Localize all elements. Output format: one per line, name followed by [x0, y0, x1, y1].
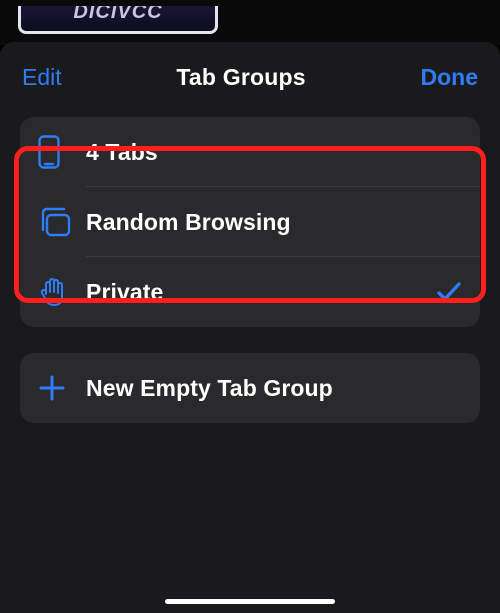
tab-group-label: Random Browsing — [86, 209, 426, 236]
new-group-block: New Empty Tab Group — [20, 353, 480, 423]
new-empty-tab-group-button[interactable]: New Empty Tab Group — [20, 353, 480, 423]
home-indicator[interactable] — [165, 599, 335, 604]
tab-group-icon — [38, 206, 86, 238]
tab-group-label: Private — [86, 279, 426, 306]
sheet-header: Edit Tab Groups Done — [0, 46, 500, 117]
tab-group-row-alltabs[interactable]: 4 Tabs — [20, 117, 480, 187]
background-content: DICIVCC — [0, 0, 500, 45]
done-button[interactable]: Done — [421, 64, 479, 91]
background-tab-text: DICIVCC — [73, 6, 162, 24]
new-group-label: New Empty Tab Group — [86, 375, 426, 402]
plus-icon — [38, 374, 86, 402]
tab-group-label: 4 Tabs — [86, 139, 426, 166]
tab-group-row-private[interactable]: Private — [20, 257, 480, 327]
tab-groups-sheet: Edit Tab Groups Done 4 Tabs Ran — [0, 42, 500, 613]
tab-groups-list: 4 Tabs Random Browsing Private — [20, 117, 480, 327]
tab-group-row-custom[interactable]: Random Browsing — [20, 187, 480, 257]
phone-icon — [38, 135, 86, 169]
sheet-title: Tab Groups — [176, 64, 305, 91]
checkmark-icon — [426, 280, 462, 304]
edit-button[interactable]: Edit — [22, 64, 62, 91]
background-tab-preview: DICIVCC — [18, 6, 218, 34]
hand-icon — [38, 275, 86, 309]
